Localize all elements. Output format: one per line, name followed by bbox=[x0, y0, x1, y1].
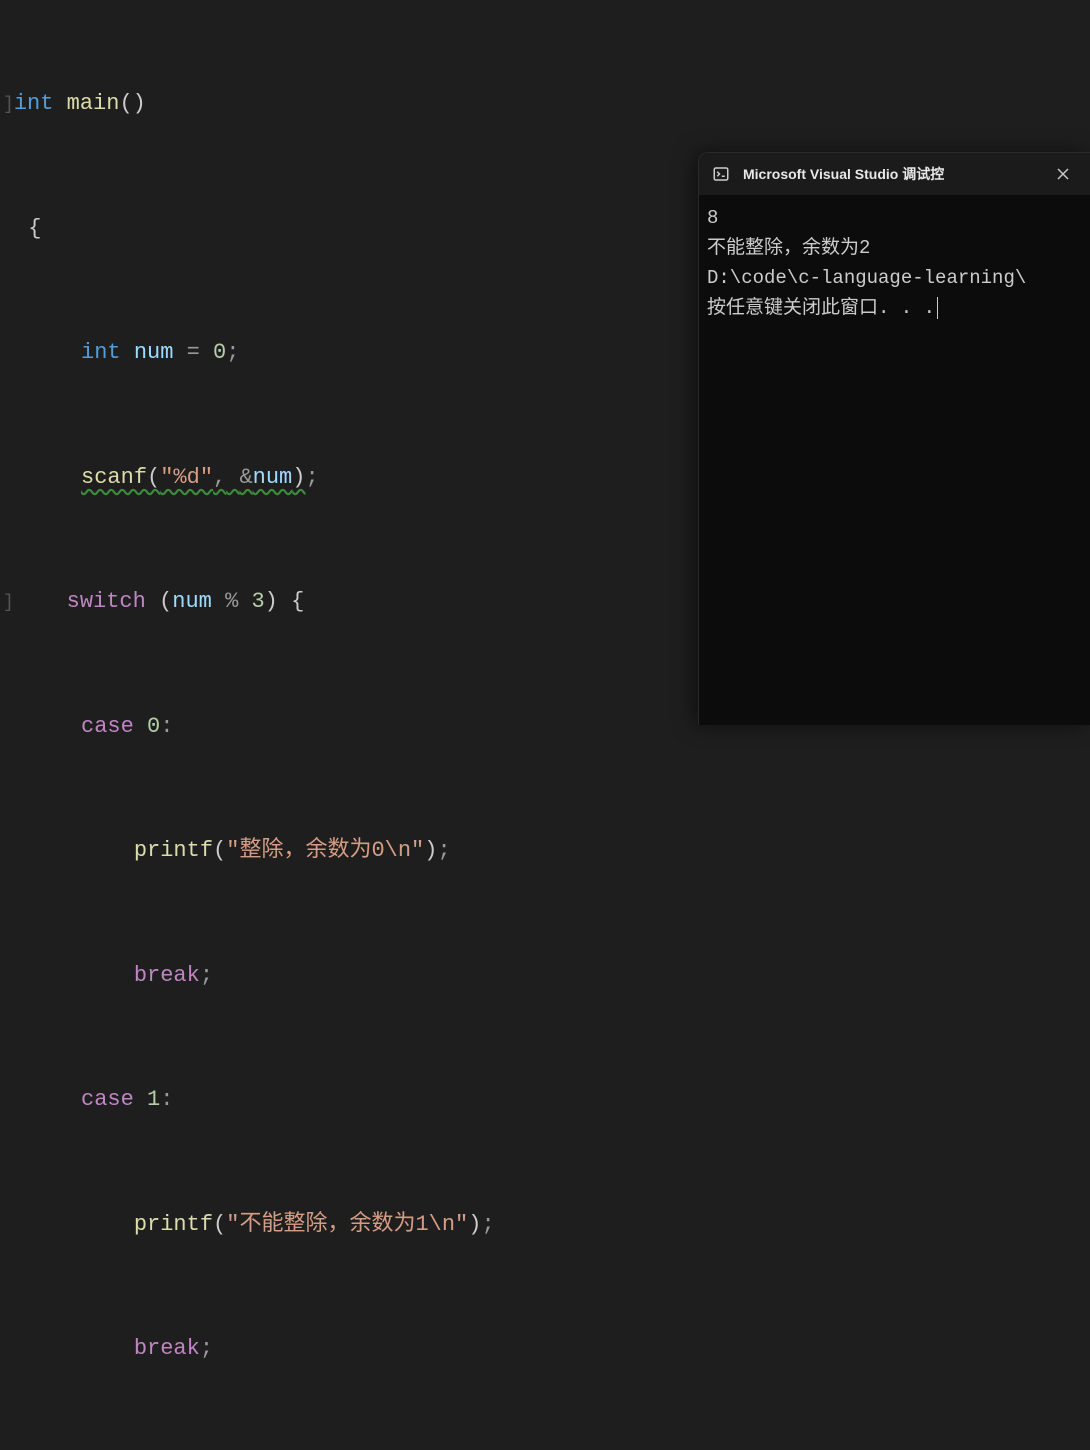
kw-break: break bbox=[134, 963, 200, 988]
console-line: 按任意键关闭此窗口. . . bbox=[707, 293, 1082, 323]
op-amp: & bbox=[239, 465, 252, 490]
kw-case: case bbox=[81, 1087, 134, 1112]
brace-open: { bbox=[291, 589, 304, 614]
str-literal: "不能整除，余数为1\n" bbox=[226, 1212, 468, 1237]
str-literal: "%d" bbox=[160, 465, 213, 490]
paren-close: ) bbox=[424, 838, 437, 863]
paren: () bbox=[119, 91, 145, 116]
paren-close: ) bbox=[292, 465, 305, 490]
bracket-marker: ] bbox=[3, 593, 14, 613]
semicolon: ; bbox=[437, 838, 450, 863]
func-name-warning: scanf bbox=[81, 465, 147, 490]
bracket-marker: ] bbox=[3, 95, 14, 115]
str-literal: "整除，余数为0\n" bbox=[226, 838, 424, 863]
code-line[interactable]: break; bbox=[15, 955, 1090, 997]
brace-open: { bbox=[28, 216, 41, 241]
kw-type: int bbox=[81, 340, 121, 365]
console-title: Microsoft Visual Studio 调试控 bbox=[743, 164, 1036, 184]
code-line[interactable]: break; bbox=[15, 1328, 1090, 1370]
comma: , bbox=[213, 465, 226, 490]
num-literal: 0 bbox=[213, 340, 226, 365]
var-name: num bbox=[253, 465, 293, 490]
num-literal: 0 bbox=[147, 714, 160, 739]
close-button[interactable] bbox=[1048, 159, 1078, 189]
code-line[interactable]: printf("不能整除，余数为1\n"); bbox=[15, 1204, 1090, 1246]
var-name: num bbox=[172, 589, 212, 614]
func-name: printf bbox=[134, 1212, 213, 1237]
semicolon: ; bbox=[200, 1336, 213, 1361]
semicolon: ; bbox=[481, 1212, 494, 1237]
func-name: main bbox=[67, 91, 120, 116]
num-literal: 1 bbox=[147, 1087, 160, 1112]
console-line: 8 bbox=[707, 203, 1082, 233]
paren-close: ) bbox=[468, 1212, 481, 1237]
kw-type: int bbox=[14, 91, 54, 116]
paren: ( bbox=[147, 465, 160, 490]
code-line[interactable]: case 1: bbox=[15, 1079, 1090, 1121]
debug-console-window[interactable]: Microsoft Visual Studio 调试控 8不能整除，余数为2D:… bbox=[698, 152, 1090, 725]
semicolon: ; bbox=[305, 465, 318, 490]
code-line[interactable]: printf("整除，余数为0\n"); bbox=[15, 830, 1090, 872]
kw-break: break bbox=[134, 1336, 200, 1361]
paren: ( bbox=[213, 1212, 226, 1237]
console-line: D:\code\c-language-learning\ bbox=[707, 263, 1082, 293]
code-line[interactable]: ]int main() bbox=[15, 83, 1090, 125]
paren-close: ) bbox=[265, 589, 278, 614]
semicolon: ; bbox=[226, 340, 239, 365]
colon: : bbox=[160, 1087, 173, 1112]
var-name: num bbox=[134, 340, 174, 365]
kw-case: case bbox=[81, 714, 134, 739]
console-line: 不能整除，余数为2 bbox=[707, 233, 1082, 263]
paren: ( bbox=[159, 589, 172, 614]
console-titlebar[interactable]: Microsoft Visual Studio 调试控 bbox=[699, 153, 1090, 195]
func-name: printf bbox=[134, 838, 213, 863]
op-mod: % bbox=[225, 589, 238, 614]
semicolon: ; bbox=[200, 963, 213, 988]
terminal-icon bbox=[711, 164, 731, 184]
num-literal: 3 bbox=[251, 589, 264, 614]
cursor-caret bbox=[937, 297, 938, 319]
op-eq: = bbox=[187, 340, 200, 365]
colon: : bbox=[160, 714, 173, 739]
console-output[interactable]: 8不能整除，余数为2D:\code\c-language-learning\按任… bbox=[699, 195, 1090, 331]
paren: ( bbox=[213, 838, 226, 863]
kw-switch: switch bbox=[67, 589, 146, 614]
